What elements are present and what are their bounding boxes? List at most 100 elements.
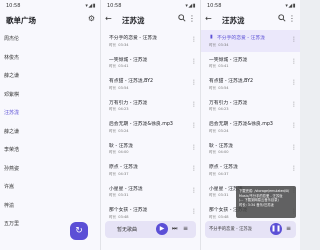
queue-icon[interactable]: ≡ <box>286 225 291 232</box>
player-title: 暂无歌曲 <box>117 227 138 233</box>
song-row[interactable]: 有点甜 - 汪苏泷,BY2 时长 03:54 ⋮ <box>101 73 200 95</box>
nav-item[interactable]: 许嵩 <box>0 178 22 197</box>
nav-item[interactable]: 薛之谦 <box>0 123 22 142</box>
duration-label: 时长 <box>209 85 217 90</box>
mini-player[interactable]: 不分手的恋爱 - 汪苏泷 ❚❚ ≡ <box>205 221 296 238</box>
song-duration: 时长 03:41 <box>209 64 300 69</box>
song-name: 那个女孩 - 汪苏泷 <box>109 208 148 213</box>
song-name: 后会无期 - 汪苏泷&徐良.mp3 <box>209 122 273 127</box>
page-title: 汪苏泷 <box>222 16 245 25</box>
song-row[interactable]: 一笑倾城 - 汪苏泷 时长 03:41 ⋮ <box>201 52 300 74</box>
duration-value: 03:54 <box>118 85 129 90</box>
more-vert-icon[interactable]: ⋮ <box>188 14 196 23</box>
duration-label: 时长 <box>109 42 117 47</box>
song-duration: 时长 04:23 <box>209 107 300 112</box>
more-vert-icon[interactable]: ⋮ <box>191 208 197 215</box>
duration-label: 时长 <box>209 214 217 219</box>
song-duration: 时长 03:54 <box>109 86 200 91</box>
back-arrow-icon[interactable]: ← <box>205 14 212 23</box>
pause-icon[interactable]: ❚❚ <box>270 223 282 235</box>
song-row[interactable]: 不分手的恋爱 - 汪苏泷 时长 03:34 ⋮ <box>101 30 200 52</box>
more-vert-icon[interactable]: ⋮ <box>291 165 297 172</box>
nav-item[interactable]: 梓渝 <box>0 197 22 216</box>
song-duration: 时长 03:41 <box>109 64 200 69</box>
duration-label: 时长 <box>209 150 217 154</box>
phone-screen-song-list: 10:58 ▾◢▮ ← 汪苏泷 ⋮ 不分手的恋爱 - 汪苏泷 时长 03:34 ⋮ 一笑… <box>100 0 200 250</box>
nav-item[interactable]: 李荣浩 <box>0 141 22 160</box>
duration-label: 时长 <box>209 128 217 133</box>
duration-label: 时长 <box>209 171 217 176</box>
app-bar: ← 汪苏泷 ⋮ <box>201 12 300 28</box>
back-arrow-icon[interactable]: ← <box>105 14 112 23</box>
song-name: 原点 - 汪苏泷 <box>209 165 238 170</box>
song-duration: 时长 03:34 <box>109 43 200 48</box>
status-system-icons: ▾◢▮ <box>285 3 296 9</box>
gear-icon[interactable]: ⚙ <box>88 14 95 23</box>
more-vert-icon[interactable]: ⋮ <box>191 122 197 129</box>
nav-item[interactable]: 邓紫棋 <box>0 86 22 105</box>
status-bar: 10:58 ▾◢▮ <box>101 0 200 11</box>
song-row[interactable]: 耿 - 汪苏泷 时长 04:00 ⋮ <box>201 138 300 160</box>
song-list: 不分手的恋爱 - 汪苏泷 时长 03:34 ⋮ 一笑倾城 - 汪苏泷 时长 03:41 ⋮ 有点… <box>101 30 200 224</box>
song-row[interactable]: 耿 - 汪苏泷 时长 04:00 ⋮ <box>101 138 200 160</box>
duration-label: 时长 <box>109 193 117 197</box>
duration-label: 时长 <box>209 107 217 111</box>
more-vert-icon[interactable]: ⋮ <box>191 165 197 172</box>
nav-item[interactable]: 孙燕姿 <box>0 160 22 179</box>
toast-line: 下载完成: /storage/emulated/0/ <box>239 189 290 193</box>
duration-value: 04:00 <box>218 150 229 154</box>
duration-value: 03:31 <box>118 193 129 197</box>
duration-value: 03:34 <box>118 42 129 47</box>
song-duration: 时长 04:00 <box>109 150 200 155</box>
song-row[interactable]: 一笑倾城 - 汪苏泷 时长 03:41 ⋮ <box>101 52 200 74</box>
song-row[interactable]: 万有引力 - 汪苏泷 时长 04:23 ⋮ <box>101 95 200 117</box>
song-row[interactable]: 后会无期 - 汪苏泷&徐良.mp3 时长 03:24 ⋮ <box>201 116 300 138</box>
search-icon[interactable] <box>178 14 186 22</box>
more-vert-icon[interactable]: ⋮ <box>191 144 197 151</box>
refresh-button[interactable]: ↻ <box>70 222 88 240</box>
song-row[interactable]: ▮ 不分手的恋爱 - 汪苏泷 时长 03:34 ⋮ <box>201 30 300 52</box>
more-vert-icon[interactable]: ⋮ <box>191 187 197 194</box>
song-row[interactable]: 小星星 - 汪苏泷时长03:31 ⋮ <box>101 181 200 203</box>
song-name: 原点 - 汪苏泷 <box>109 165 138 170</box>
nav-item[interactable]: 薛之谦 <box>0 67 22 86</box>
more-vert-icon[interactable]: ⋮ <box>191 79 197 86</box>
song-row[interactable]: 原点 - 汪苏泷 时长 04:37 ⋮ <box>201 159 300 181</box>
more-vert-icon[interactable]: ⋮ <box>291 36 297 43</box>
duration-value: 03:48 <box>218 214 229 219</box>
song-name: 万有引力 - 汪苏泷 <box>209 100 248 106</box>
search-icon[interactable] <box>278 14 286 22</box>
song-row[interactable]: 有点甜 - 汪苏泷,BY2 时长 03:54 ⋮ <box>201 73 300 95</box>
nav-item[interactable]: 五万里 <box>0 215 22 234</box>
duration-value: 04:37 <box>218 171 229 176</box>
song-row[interactable]: 万有引力 - 汪苏泷 时长 04:23 ⋮ <box>201 95 300 117</box>
toast-line: 时长: 3:34 音乐/汪苏泷 <box>239 202 274 207</box>
more-vert-icon[interactable]: ⋮ <box>291 122 297 129</box>
nav-item[interactable]: 汪苏泷 <box>0 104 22 123</box>
more-vert-icon[interactable]: ⋮ <box>288 14 296 23</box>
queue-icon[interactable]: ≡ <box>183 225 188 232</box>
mini-player[interactable]: 暂无歌曲 ▶ ⏭ ≡ <box>105 221 196 238</box>
song-name: 有点甜 - 汪苏泷,BY2 <box>109 79 154 84</box>
more-vert-icon[interactable]: ⋮ <box>191 36 197 43</box>
song-duration: 时长 03:54 <box>209 86 300 91</box>
nav-item[interactable]: 周杰伦 <box>0 30 22 49</box>
more-vert-icon[interactable]: ⋮ <box>291 58 297 65</box>
duration-label: 时长 <box>109 214 117 219</box>
play-icon[interactable]: ▶ <box>156 223 168 235</box>
nav-item[interactable]: 林俊杰 <box>0 49 22 68</box>
song-name: 小星星 - 汪苏泷 <box>109 186 143 192</box>
song-duration: 时长 04:00 <box>209 150 300 155</box>
more-vert-icon[interactable]: ⋮ <box>291 144 297 151</box>
more-vert-icon[interactable]: ⋮ <box>191 58 197 65</box>
duration-value: 04:23 <box>118 107 129 111</box>
song-row[interactable]: 后会无期 - 汪苏泷&徐良.mp3 时长 03:24 ⋮ <box>101 116 200 138</box>
more-vert-icon[interactable]: ⋮ <box>291 79 297 86</box>
duration-value: 03:41 <box>118 64 129 68</box>
song-duration: 时长 03:34 <box>209 43 300 48</box>
skip-next-icon[interactable]: ⏭ <box>172 225 177 233</box>
more-vert-icon[interactable]: ⋮ <box>291 101 297 108</box>
song-row[interactable]: 原点 - 汪苏泷 时长 04:37 ⋮ <box>101 159 200 181</box>
more-vert-icon[interactable]: ⋮ <box>191 101 197 108</box>
song-name: 不分手的恋爱 - 汪苏泷 <box>109 36 157 41</box>
